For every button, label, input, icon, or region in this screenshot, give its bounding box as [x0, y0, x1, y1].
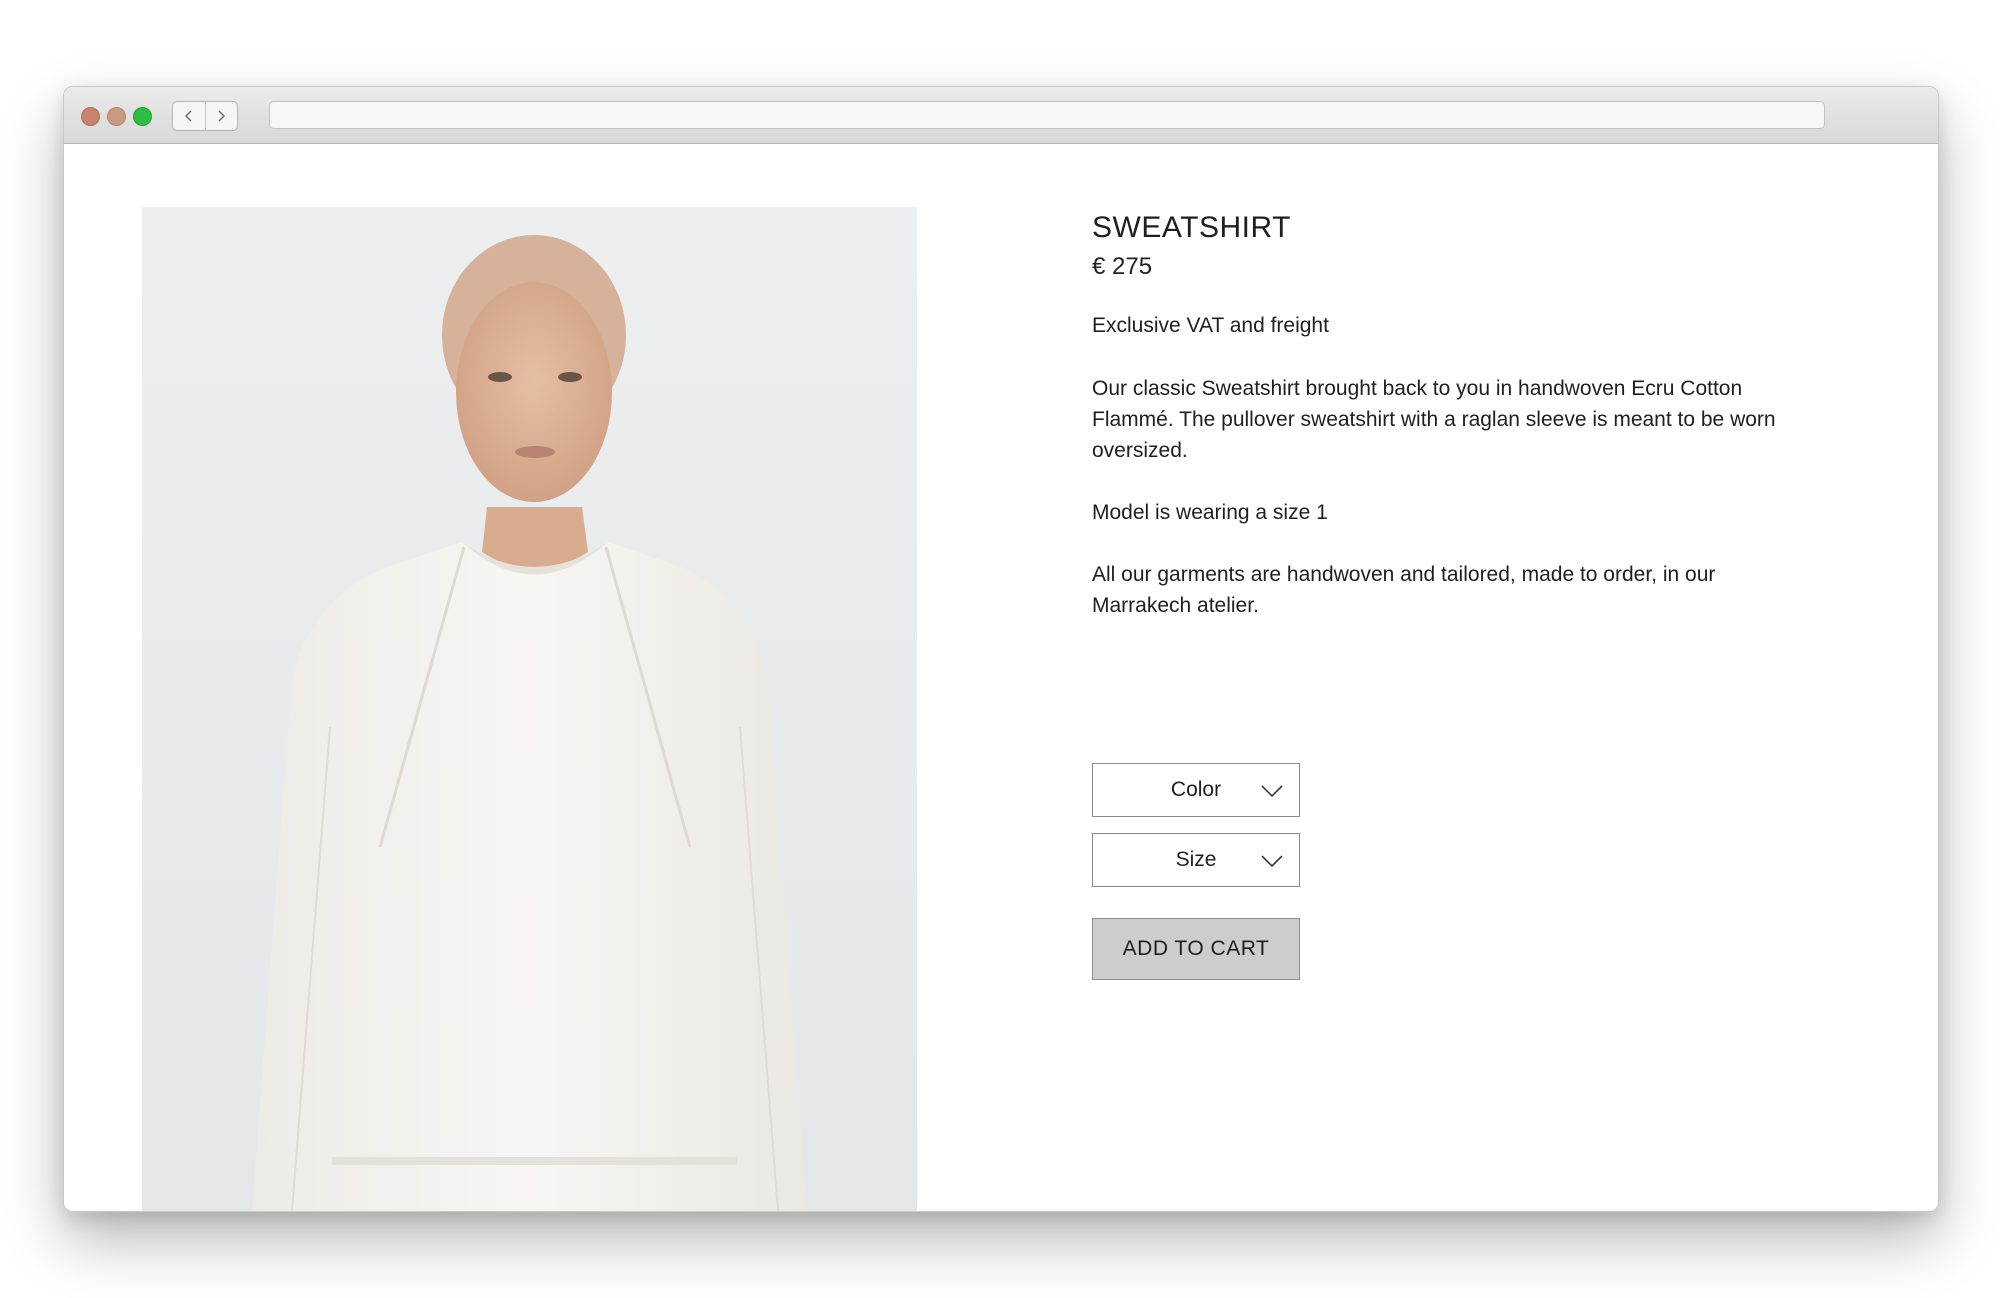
size-select[interactable]: Size	[1092, 833, 1300, 887]
zoom-window-button[interactable]	[133, 107, 152, 126]
browser-toolbar	[64, 87, 1938, 144]
product-details: SWEATSHIRT € 275 Exclusive VAT and freig…	[1092, 210, 1812, 621]
add-to-cart-button[interactable]: ADD TO CART	[1092, 918, 1300, 980]
navigation-buttons	[172, 101, 238, 131]
minimize-window-button[interactable]	[107, 107, 126, 126]
chevron-left-icon	[184, 110, 192, 122]
vat-note: Exclusive VAT and freight	[1092, 314, 1329, 337]
page-content: SWEATSHIRT € 275 Exclusive VAT and freig…	[64, 144, 1938, 1211]
product-price: € 275	[1092, 253, 1153, 280]
chevron-down-icon	[1261, 785, 1283, 798]
product-title: SWEATSHIRT	[1092, 211, 1291, 244]
forward-button[interactable]	[204, 102, 238, 130]
model-size-note: Model is wearing a size 1	[1092, 501, 1328, 524]
color-select-label: Color	[1170, 778, 1222, 801]
browser-window: SWEATSHIRT € 275 Exclusive VAT and freig…	[63, 86, 1939, 1212]
address-bar[interactable]	[269, 101, 1825, 129]
back-button[interactable]	[173, 102, 205, 130]
color-select[interactable]: Color	[1092, 763, 1300, 817]
product-description: Our classic Sweatshirt brought back to y…	[1092, 377, 1776, 462]
size-select-label: Size	[1175, 848, 1217, 871]
chevron-down-icon	[1261, 855, 1283, 868]
chevron-right-icon	[218, 110, 226, 122]
close-window-button[interactable]	[81, 107, 100, 126]
atelier-note: All our garments are handwoven and tailo…	[1092, 563, 1716, 617]
model-wearing-sweatshirt-image	[252, 235, 807, 1211]
product-photo	[142, 207, 917, 1211]
